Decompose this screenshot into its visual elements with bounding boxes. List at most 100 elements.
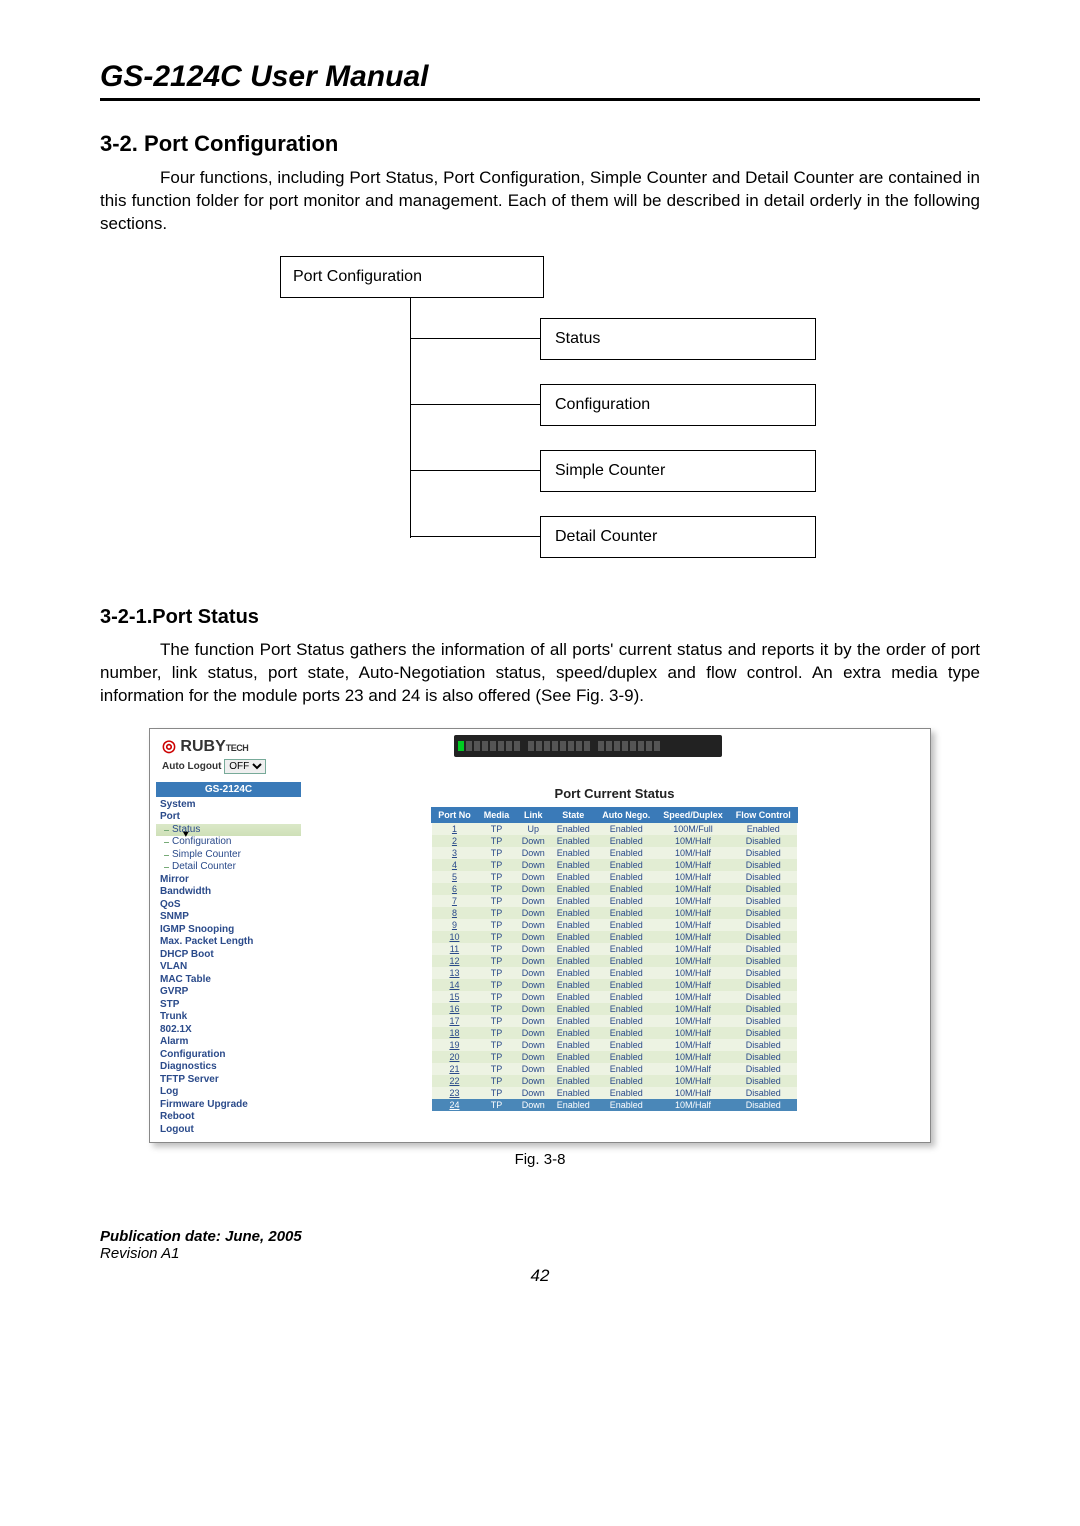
manual-title: GS-2124C User Manual xyxy=(100,60,980,101)
table-cell: TP xyxy=(477,955,516,967)
port-link[interactable]: 22 xyxy=(432,1075,478,1087)
sidebar-item[interactable]: Detail Counter xyxy=(156,861,301,874)
port-link[interactable]: 7 xyxy=(432,895,478,907)
table-cell: Enabled xyxy=(729,822,797,835)
table-row: 3TPDownEnabledEnabled10M/HalfDisabled xyxy=(432,847,798,859)
table-cell: Enabled xyxy=(596,1039,657,1051)
table-cell: Enabled xyxy=(551,1075,596,1087)
diagram-item: Detail Counter xyxy=(540,516,816,558)
section-heading: 3-2. Port Configuration xyxy=(100,131,980,157)
table-cell: TP xyxy=(477,822,516,835)
port-link[interactable]: 2 xyxy=(432,835,478,847)
table-cell: 10M/Half xyxy=(657,1087,730,1099)
table-cell: 10M/Half xyxy=(657,931,730,943)
table-cell: Down xyxy=(516,847,551,859)
port-link[interactable]: 17 xyxy=(432,1015,478,1027)
sidebar-item[interactable]: QoS xyxy=(156,899,301,912)
port-link[interactable]: 18 xyxy=(432,1027,478,1039)
sidebar-item[interactable]: Max. Packet Length xyxy=(156,936,301,949)
table-cell: Down xyxy=(516,835,551,847)
table-cell: Enabled xyxy=(551,1087,596,1099)
sidebar-item[interactable]: Logout xyxy=(156,1124,301,1137)
table-cell: 10M/Half xyxy=(657,871,730,883)
sidebar-item[interactable]: IGMP Snooping xyxy=(156,924,301,937)
table-cell: Down xyxy=(516,1063,551,1075)
port-link[interactable]: 10 xyxy=(432,931,478,943)
port-link[interactable]: 13 xyxy=(432,967,478,979)
table-cell: Down xyxy=(516,883,551,895)
sidebar-item[interactable]: Configuration xyxy=(156,836,301,849)
port-link[interactable]: 20 xyxy=(432,1051,478,1063)
port-link[interactable]: 12 xyxy=(432,955,478,967)
sidebar-model: GS-2124C xyxy=(156,782,301,797)
table-cell: Disabled xyxy=(729,907,797,919)
port-link[interactable]: 21 xyxy=(432,1063,478,1075)
port-link[interactable]: 5 xyxy=(432,871,478,883)
table-cell: Enabled xyxy=(596,847,657,859)
table-cell: Enabled xyxy=(551,931,596,943)
port-link[interactable]: 19 xyxy=(432,1039,478,1051)
table-cell: Enabled xyxy=(596,979,657,991)
auto-logout-select[interactable]: OFF xyxy=(224,759,266,774)
port-link[interactable]: 16 xyxy=(432,1003,478,1015)
sidebar-item[interactable]: DHCP Boot xyxy=(156,949,301,962)
sidebar-item[interactable]: Firmware Upgrade xyxy=(156,1099,301,1112)
sidebar-item[interactable]: System xyxy=(156,799,301,812)
sidebar-item[interactable]: Trunk xyxy=(156,1011,301,1024)
table-cell: 10M/Half xyxy=(657,1027,730,1039)
port-link[interactable]: 15 xyxy=(432,991,478,1003)
port-link[interactable]: 24 xyxy=(432,1099,478,1111)
table-cell: TP xyxy=(477,1099,516,1111)
table-cell: Enabled xyxy=(596,1087,657,1099)
table-cell: Enabled xyxy=(596,871,657,883)
sidebar-item[interactable]: Configuration xyxy=(156,1049,301,1062)
port-link[interactable]: 14 xyxy=(432,979,478,991)
port-link[interactable]: 23 xyxy=(432,1087,478,1099)
table-cell: Enabled xyxy=(596,991,657,1003)
sidebar-item[interactable]: Bandwidth xyxy=(156,886,301,899)
table-cell: Down xyxy=(516,1039,551,1051)
table-cell: Enabled xyxy=(551,955,596,967)
sidebar-item[interactable]: SNMP xyxy=(156,911,301,924)
port-link[interactable]: 11 xyxy=(432,943,478,955)
port-link[interactable]: 6 xyxy=(432,883,478,895)
sidebar-item[interactable]: Mirror xyxy=(156,874,301,887)
table-cell: TP xyxy=(477,919,516,931)
sidebar-item[interactable]: Status xyxy=(156,824,301,837)
table-cell: Enabled xyxy=(551,1099,596,1111)
sidebar-item[interactable]: Diagnostics xyxy=(156,1061,301,1074)
sidebar-item[interactable]: Reboot xyxy=(156,1111,301,1124)
table-cell: TP xyxy=(477,931,516,943)
sidebar-item[interactable]: 802.1X xyxy=(156,1024,301,1037)
table-cell: Disabled xyxy=(729,859,797,871)
sidebar-item[interactable]: TFTP Server xyxy=(156,1074,301,1087)
table-cell: Disabled xyxy=(729,931,797,943)
sidebar-item[interactable]: Alarm xyxy=(156,1036,301,1049)
table-cell: Down xyxy=(516,919,551,931)
port-link[interactable]: 1 xyxy=(432,822,478,835)
sidebar-item[interactable]: STP xyxy=(156,999,301,1012)
table-cell: Enabled xyxy=(596,1063,657,1075)
sidebar-item[interactable]: Simple Counter xyxy=(156,849,301,862)
sidebar-item[interactable]: VLAN xyxy=(156,961,301,974)
table-cell: Disabled xyxy=(729,1075,797,1087)
table-cell: Enabled xyxy=(551,991,596,1003)
table-cell: TP xyxy=(477,1015,516,1027)
port-link[interactable]: 8 xyxy=(432,907,478,919)
table-cell: 10M/Half xyxy=(657,1051,730,1063)
table-cell: Enabled xyxy=(596,1099,657,1111)
table-row: 11TPDownEnabledEnabled10M/HalfDisabled xyxy=(432,943,798,955)
table-cell: Disabled xyxy=(729,919,797,931)
table-cell: 10M/Half xyxy=(657,1015,730,1027)
sidebar-item[interactable]: Log xyxy=(156,1086,301,1099)
sidebar-item[interactable]: GVRP xyxy=(156,986,301,999)
sidebar-item[interactable]: MAC Table xyxy=(156,974,301,987)
sidebar-item[interactable]: Port xyxy=(156,811,301,824)
port-link[interactable]: 9 xyxy=(432,919,478,931)
table-cell: Enabled xyxy=(596,1027,657,1039)
port-link[interactable]: 4 xyxy=(432,859,478,871)
table-cell: Enabled xyxy=(596,955,657,967)
table-header: Media xyxy=(477,807,516,822)
port-link[interactable]: 3 xyxy=(432,847,478,859)
table-row: 23TPDownEnabledEnabled10M/HalfDisabled xyxy=(432,1087,798,1099)
